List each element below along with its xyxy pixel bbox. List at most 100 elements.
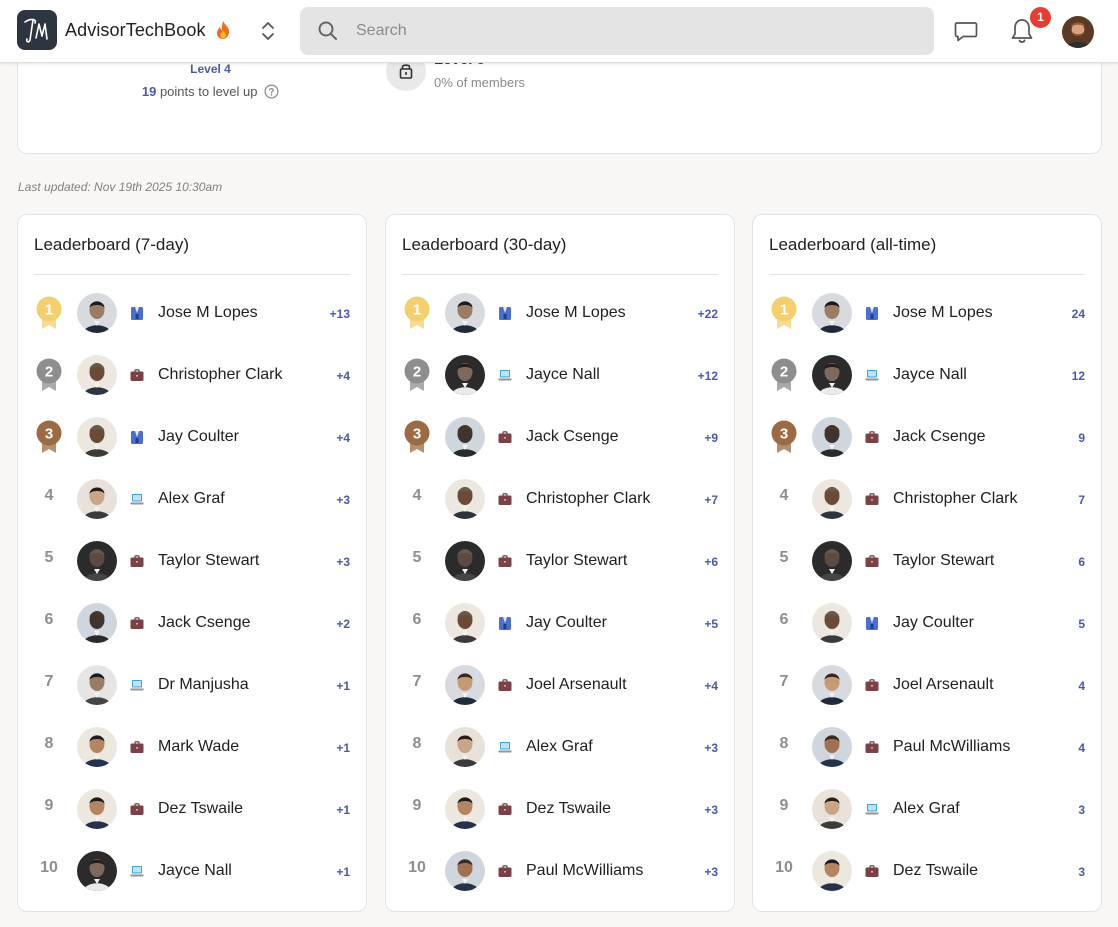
member-avatar[interactable] (812, 851, 852, 891)
search-input[interactable] (356, 19, 916, 43)
member-avatar[interactable] (77, 789, 117, 829)
member-name[interactable]: Paul McWilliams (526, 862, 686, 880)
leaderboard-row[interactable]: 4 Alex Graf +3 (18, 475, 366, 537)
leaderboard-row[interactable]: 6 Jack Csenge +2 (18, 599, 366, 661)
leaderboard-row[interactable]: 10 Jayce Nall +1 (18, 847, 366, 909)
member-name[interactable]: Alex Graf (526, 738, 686, 756)
help-icon[interactable] (264, 84, 279, 99)
member-name[interactable]: Jayce Nall (893, 366, 1053, 384)
leaderboard-row[interactable]: 5 Taylor Stewart +3 (18, 537, 366, 599)
member-name[interactable]: Dr Manjusha (158, 676, 318, 694)
leaderboard-row[interactable]: 4 Christopher Clark 7 (753, 475, 1101, 537)
member-avatar[interactable] (812, 789, 852, 829)
member-name[interactable]: Jayce Nall (526, 366, 686, 384)
leaderboard-row[interactable]: 7 Dr Manjusha +1 (18, 661, 366, 723)
chat-icon[interactable] (953, 18, 979, 44)
member-avatar[interactable] (445, 355, 485, 395)
member-name[interactable]: Dez Tswaile (893, 862, 1053, 880)
leaderboard-row[interactable]: 2 Christopher Clark +4 (18, 351, 366, 413)
leaderboard-row[interactable]: 10 Dez Tswaile 3 (753, 847, 1101, 909)
member-name[interactable]: Taylor Stewart (526, 552, 686, 570)
member-name[interactable]: Dez Tswaile (526, 800, 686, 818)
member-avatar[interactable] (445, 665, 485, 705)
member-avatar[interactable] (445, 727, 485, 767)
chevron-up-down-icon[interactable] (259, 20, 277, 42)
member-name[interactable]: Jay Coulter (526, 614, 686, 632)
leaderboard-row[interactable]: 1 Jose M Lopes 24 (753, 289, 1101, 351)
user-avatar[interactable] (1062, 16, 1094, 48)
app-logo[interactable] (17, 10, 57, 50)
member-avatar[interactable] (445, 293, 485, 333)
member-avatar[interactable] (77, 665, 117, 705)
leaderboard-row[interactable]: 3 Jay Coulter +4 (18, 413, 366, 475)
member-name[interactable]: Joel Arsenault (893, 676, 1053, 694)
member-avatar[interactable] (445, 541, 485, 581)
member-name[interactable]: Alex Graf (893, 800, 1053, 818)
member-name[interactable]: Jose M Lopes (893, 304, 1053, 322)
member-avatar[interactable] (812, 293, 852, 333)
member-avatar[interactable] (445, 851, 485, 891)
leaderboard-row[interactable]: 5 Taylor Stewart +6 (386, 537, 734, 599)
member-avatar[interactable] (812, 665, 852, 705)
member-name[interactable]: Christopher Clark (526, 490, 686, 508)
member-avatar[interactable] (77, 727, 117, 767)
member-name[interactable]: Christopher Clark (158, 366, 318, 384)
member-avatar[interactable] (445, 417, 485, 457)
member-avatar[interactable] (77, 293, 117, 333)
member-name[interactable]: Alex Graf (158, 490, 318, 508)
leaderboard-row[interactable]: 1 Jose M Lopes +13 (18, 289, 366, 351)
member-name[interactable]: Jay Coulter (158, 428, 318, 446)
leaderboard-row[interactable]: 1 Jose M Lopes +22 (386, 289, 734, 351)
rank-number: 6 (779, 611, 789, 628)
member-avatar[interactable] (445, 479, 485, 519)
leaderboard-row[interactable]: 8 Paul McWilliams 4 (753, 723, 1101, 785)
leaderboard-row[interactable]: 2 Jayce Nall +12 (386, 351, 734, 413)
brand-name[interactable]: AdvisorTechBook (65, 20, 206, 41)
leaderboard-row[interactable]: 2 Jayce Nall 12 (753, 351, 1101, 413)
member-name[interactable]: Taylor Stewart (158, 552, 318, 570)
member-name[interactable]: Jay Coulter (893, 614, 1053, 632)
leaderboard-row[interactable]: 9 Dez Tswaile +1 (18, 785, 366, 847)
member-avatar[interactable] (812, 603, 852, 643)
member-avatar[interactable] (812, 355, 852, 395)
leaderboard-row[interactable]: 9 Alex Graf 3 (753, 785, 1101, 847)
member-avatar[interactable] (445, 789, 485, 829)
search-bar[interactable] (300, 7, 934, 55)
member-name[interactable]: Christopher Clark (893, 490, 1053, 508)
leaderboard-row[interactable]: 7 Joel Arsenault 4 (753, 661, 1101, 723)
leaderboard-row[interactable]: 5 Taylor Stewart 6 (753, 537, 1101, 599)
member-avatar[interactable] (77, 479, 117, 519)
leaderboard-row[interactable]: 6 Jay Coulter +5 (386, 599, 734, 661)
member-avatar[interactable] (77, 417, 117, 457)
member-avatar[interactable] (812, 479, 852, 519)
leaderboard-row[interactable]: 9 Dez Tswaile +3 (386, 785, 734, 847)
notification-badge[interactable]: 1 (1028, 5, 1053, 30)
member-avatar[interactable] (812, 727, 852, 767)
leaderboard-row[interactable]: 8 Alex Graf +3 (386, 723, 734, 785)
member-avatar[interactable] (77, 355, 117, 395)
leaderboard-row[interactable]: 10 Paul McWilliams +3 (386, 847, 734, 909)
member-name[interactable]: Jack Csenge (158, 614, 318, 632)
leaderboard-row[interactable]: 7 Joel Arsenault +4 (386, 661, 734, 723)
member-avatar[interactable] (77, 851, 117, 891)
member-name[interactable]: Jose M Lopes (158, 304, 318, 322)
member-name[interactable]: Taylor Stewart (893, 552, 1053, 570)
leaderboard-row[interactable]: 4 Christopher Clark +7 (386, 475, 734, 537)
leaderboard-row[interactable]: 3 Jack Csenge +9 (386, 413, 734, 475)
member-name[interactable]: Mark Wade (158, 738, 318, 756)
leaderboard-row[interactable]: 3 Jack Csenge 9 (753, 413, 1101, 475)
member-avatar[interactable] (77, 541, 117, 581)
leaderboard-row[interactable]: 8 Mark Wade +1 (18, 723, 366, 785)
member-name[interactable]: Jack Csenge (893, 428, 1053, 446)
member-avatar[interactable] (77, 603, 117, 643)
member-avatar[interactable] (812, 541, 852, 581)
member-name[interactable]: Joel Arsenault (526, 676, 686, 694)
member-name[interactable]: Paul McWilliams (893, 738, 1053, 756)
member-name[interactable]: Jack Csenge (526, 428, 686, 446)
member-name[interactable]: Jose M Lopes (526, 304, 686, 322)
member-avatar[interactable] (812, 417, 852, 457)
member-name[interactable]: Jayce Nall (158, 862, 318, 880)
leaderboard-row[interactable]: 6 Jay Coulter 5 (753, 599, 1101, 661)
member-avatar[interactable] (445, 603, 485, 643)
member-name[interactable]: Dez Tswaile (158, 800, 318, 818)
